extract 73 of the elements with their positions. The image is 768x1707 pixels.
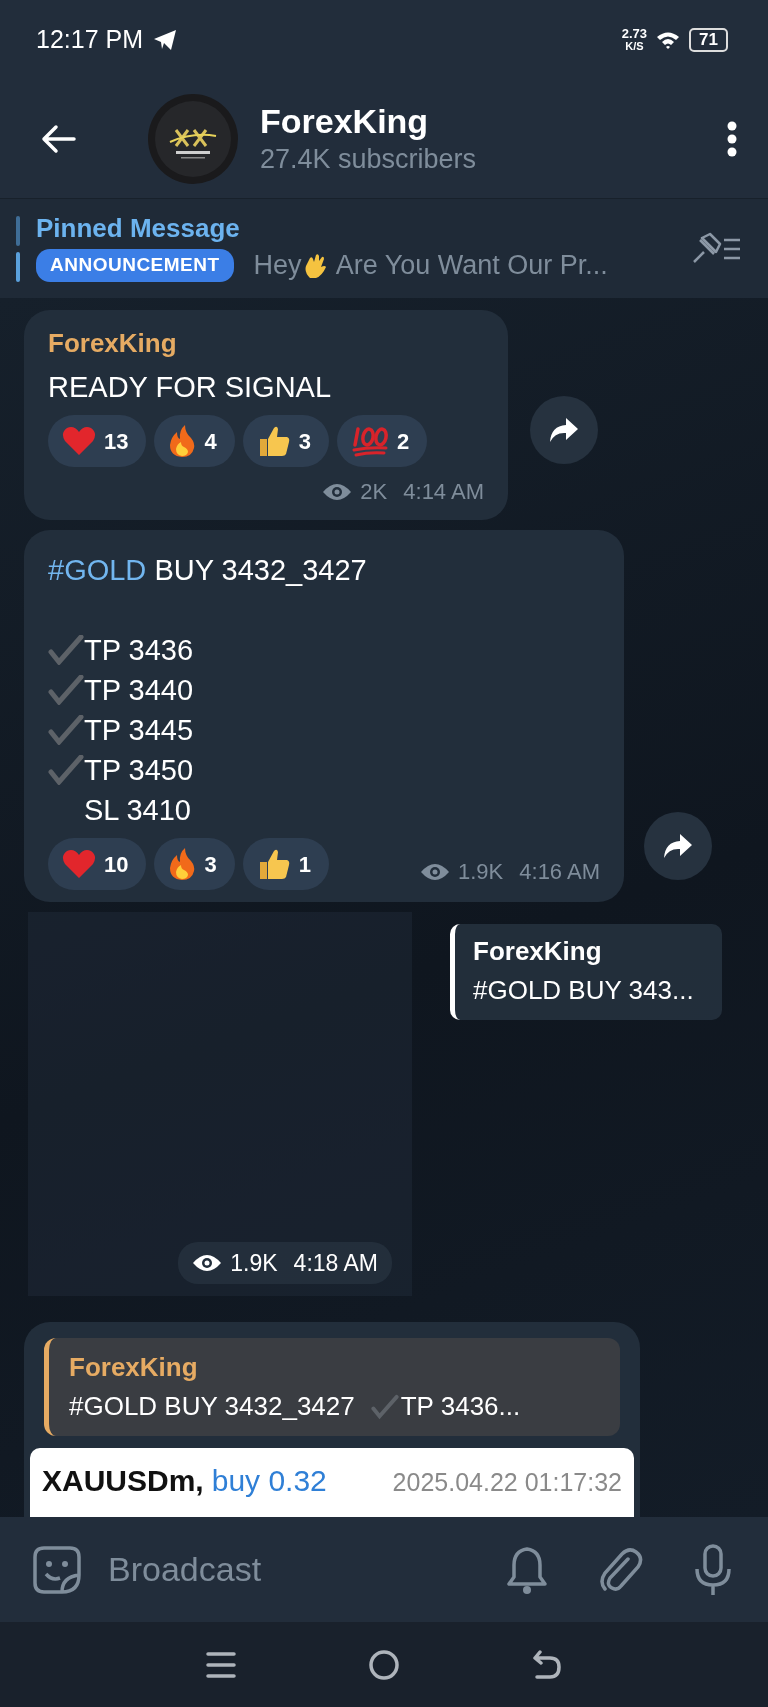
fire-icon: [168, 424, 197, 458]
view-count: 1.9K: [230, 1248, 278, 1278]
reaction-button[interactable]: 4: [154, 415, 235, 467]
hundred-points-icon: [351, 425, 389, 457]
reaction-button[interactable]: 2: [337, 415, 428, 467]
message-time: 4:16 AM: [519, 858, 600, 886]
quote-author: ForexKing: [69, 1351, 199, 1384]
eye-icon: [322, 481, 353, 502]
pinned-preview: Hey: [253, 249, 302, 283]
eye-icon: [192, 1252, 223, 1273]
pinned-preview: Are You Want Our Pr...: [335, 249, 608, 283]
subscriber-count: 27.4K subscribers: [260, 143, 477, 176]
announcement-tag: ANNOUNCEMENT: [36, 249, 234, 282]
quote-author: ForexKing: [473, 935, 603, 968]
home-circle-icon: [368, 1648, 400, 1681]
share-arrow-icon: [663, 833, 693, 859]
pinned-title: Pinned Message: [36, 212, 241, 246]
more-options-button[interactable]: [726, 121, 738, 157]
share-arrow-icon: [549, 417, 579, 443]
menu-icon: [206, 1650, 236, 1679]
trade-symbol: XAUUSDm,: [42, 1463, 204, 1499]
message-text: TP 3436: [84, 633, 194, 668]
paper-plane-icon: [153, 29, 177, 51]
message-time: 4:18 AM: [293, 1248, 378, 1278]
status-time: 12:17 PM: [36, 24, 143, 56]
voice-button[interactable]: [694, 1542, 732, 1597]
view-count: 1.9K: [458, 858, 504, 886]
microphone-icon: [694, 1542, 732, 1597]
sticker-smile-icon: [32, 1544, 82, 1595]
network-speed: 2.73: [621, 28, 648, 40]
back-arrow-icon: [40, 124, 76, 154]
author-name: ForexKing: [48, 327, 178, 360]
wifi-icon: [655, 30, 682, 50]
notifications-button[interactable]: [506, 1544, 548, 1595]
more-options-icon: [726, 121, 738, 157]
message-text: READY FOR SIGNAL: [48, 370, 333, 405]
trade-action: buy 0.32: [211, 1463, 327, 1499]
pinned-message-bar[interactable]: Pinned Message ANNOUNCEMENT Hey Are You Want Our Pr...: [0, 198, 768, 298]
reply-quote[interactable]: ForexKing #GOLD BUY 3432_3427 TP 3436...: [44, 1338, 620, 1436]
trade-datetime: 2025.04.22 01:17:32: [392, 1467, 622, 1498]
channel-title: ForexKing: [260, 101, 430, 141]
back-gesture-icon: [532, 1649, 562, 1680]
emoji-button[interactable]: [32, 1544, 82, 1595]
back-button[interactable]: [40, 124, 76, 154]
message-text: TP 3450: [84, 753, 194, 788]
reaction-button[interactable]: 10: [48, 838, 147, 890]
recent-apps-button[interactable]: [206, 1650, 236, 1679]
message-text: #GOLD BUY 3432_3427: [48, 553, 368, 588]
message-text: SL 3410: [84, 793, 191, 828]
back-nav-button[interactable]: [532, 1649, 562, 1680]
reaction-button[interactable]: 13: [48, 415, 147, 467]
view-count: 2K: [360, 478, 388, 506]
network-unit: K/S: [625, 40, 644, 52]
reply-quote[interactable]: ForexKing #GOLD BUY 343...: [450, 924, 722, 1020]
home-button[interactable]: [368, 1648, 400, 1681]
message-text: TP 3440: [84, 673, 194, 708]
quote-text: #GOLD BUY 343...: [473, 974, 694, 1007]
message-input[interactable]: Broadcast: [106, 1543, 406, 1596]
message-text: TP 3445: [84, 713, 194, 748]
heart-icon: [62, 426, 96, 456]
eye-icon: [420, 861, 450, 882]
reaction-button[interactable]: 3: [242, 415, 329, 467]
quote-text: #GOLD BUY 3432_3427: [69, 1390, 355, 1423]
reaction-button[interactable]: 1: [242, 838, 329, 890]
quote-text: TP 3436...: [400, 1390, 521, 1423]
message-time: 4:14 AM: [403, 478, 484, 506]
pinned-indicator-icon: [16, 215, 20, 282]
reaction-button[interactable]: 3: [154, 838, 235, 890]
bell-icon: [506, 1544, 548, 1595]
hashtag-link[interactable]: #GOLD: [48, 554, 147, 586]
heart-icon: [62, 849, 96, 879]
battery-indicator: 71: [689, 28, 728, 52]
fire-icon: [168, 847, 197, 881]
